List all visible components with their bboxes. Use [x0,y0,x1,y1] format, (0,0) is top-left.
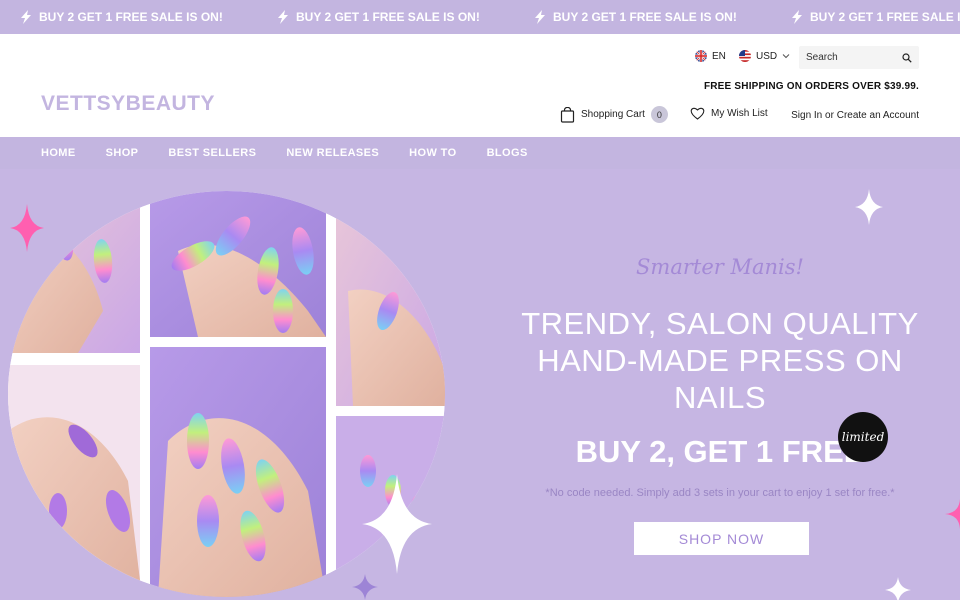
heart-icon [690,107,705,120]
sparkle-icon [945,499,960,529]
site-header: VETTSYBEAUTY EN USD FREE SHIPPING ON ORD… [0,34,960,137]
lightning-bolt-icon [792,10,802,24]
announcement-bar: BUY 2 GET 1 FREE SALE IS ON! BUY 2 GET 1… [0,0,960,34]
create-account-link[interactable]: Create an Account [837,110,919,121]
hero-title: TRENDY, SALON QUALITY HAND-MADE PRESS ON… [500,305,940,416]
announcement-item[interactable]: BUY 2 GET 1 FREE SALE IS ON! [19,0,223,34]
us-flag-icon [739,50,751,62]
nav-item-blogs[interactable]: BLOGS [487,147,528,159]
lightning-bolt-icon [278,10,288,24]
wishlist-label: My Wish List [711,108,768,119]
cart-label: Shopping Cart [581,109,645,120]
shop-now-button[interactable]: SHOP NOW [634,522,809,555]
cart-count-badge: 0 [650,106,668,123]
announcement-text: BUY 2 GET 1 FREE SALE IS ON! [810,10,960,24]
nav-item-how-to[interactable]: HOW TO [409,147,456,159]
shopping-bag-icon [560,106,575,123]
site-logo[interactable]: VETTSYBEAUTY [41,92,215,116]
lightning-bolt-icon [535,10,545,24]
language-label: EN [712,50,726,62]
search-input[interactable] [806,52,896,63]
nav-item-home[interactable]: HOME [41,147,76,159]
announcement-text: BUY 2 GET 1 FREE SALE IS ON! [296,10,480,24]
account-links: Sign In or Create an Account [791,110,919,121]
announcement-text: BUY 2 GET 1 FREE SALE IS ON! [39,10,223,24]
shopping-cart-link[interactable]: Shopping Cart 0 [560,106,668,123]
wishlist-link[interactable]: My Wish List [690,107,768,120]
hero-subtitle: Smarter Manis! [636,255,804,279]
sparkle-icon [362,474,432,574]
uk-flag-icon [695,50,707,62]
chevron-down-icon [782,54,790,59]
sparkle-icon [352,574,378,600]
currency-selector[interactable]: USD [739,50,790,62]
hero-offer: BUY 2, GET 1 FREE [575,434,865,469]
sign-in-link[interactable]: Sign In [791,110,822,121]
account-separator: or [825,110,834,121]
currency-label: USD [756,50,778,62]
nav-item-shop[interactable]: SHOP [106,147,139,159]
sparkle-icon [855,189,883,225]
language-selector[interactable]: EN [695,50,726,62]
lightning-bolt-icon [21,10,31,24]
search-icon[interactable] [902,52,912,63]
announcement-text: BUY 2 GET 1 FREE SALE IS ON! [553,10,737,24]
limited-badge: limited [838,412,888,462]
announcement-item[interactable]: BUY 2 GET 1 FREE SALE IS ON! [276,0,480,34]
hero-banner[interactable]: Smarter Manis! TRENDY, SALON QUALITY HAN… [0,169,960,600]
main-navigation: HOME SHOP BEST SELLERS NEW RELEASES HOW … [0,137,960,169]
sparkle-icon [10,204,44,252]
sparkle-icon [885,577,911,600]
hero-note: *No code needed. Simply add 3 sets in yo… [545,487,895,499]
free-shipping-notice: FREE SHIPPING ON ORDERS OVER $39.99. [703,81,919,92]
announcement-item[interactable]: BUY 2 GET 1 FREE SALE IS ON! [790,0,960,34]
hero-title-line: HAND-MADE PRESS ON NAILS [537,343,903,415]
nav-item-best-sellers[interactable]: BEST SELLERS [168,147,256,159]
hero-title-line: TRENDY, SALON QUALITY [521,306,919,341]
announcement-item[interactable]: BUY 2 GET 1 FREE SALE IS ON! [533,0,737,34]
nav-item-new-releases[interactable]: NEW RELEASES [286,147,379,159]
search-bar [799,46,919,69]
